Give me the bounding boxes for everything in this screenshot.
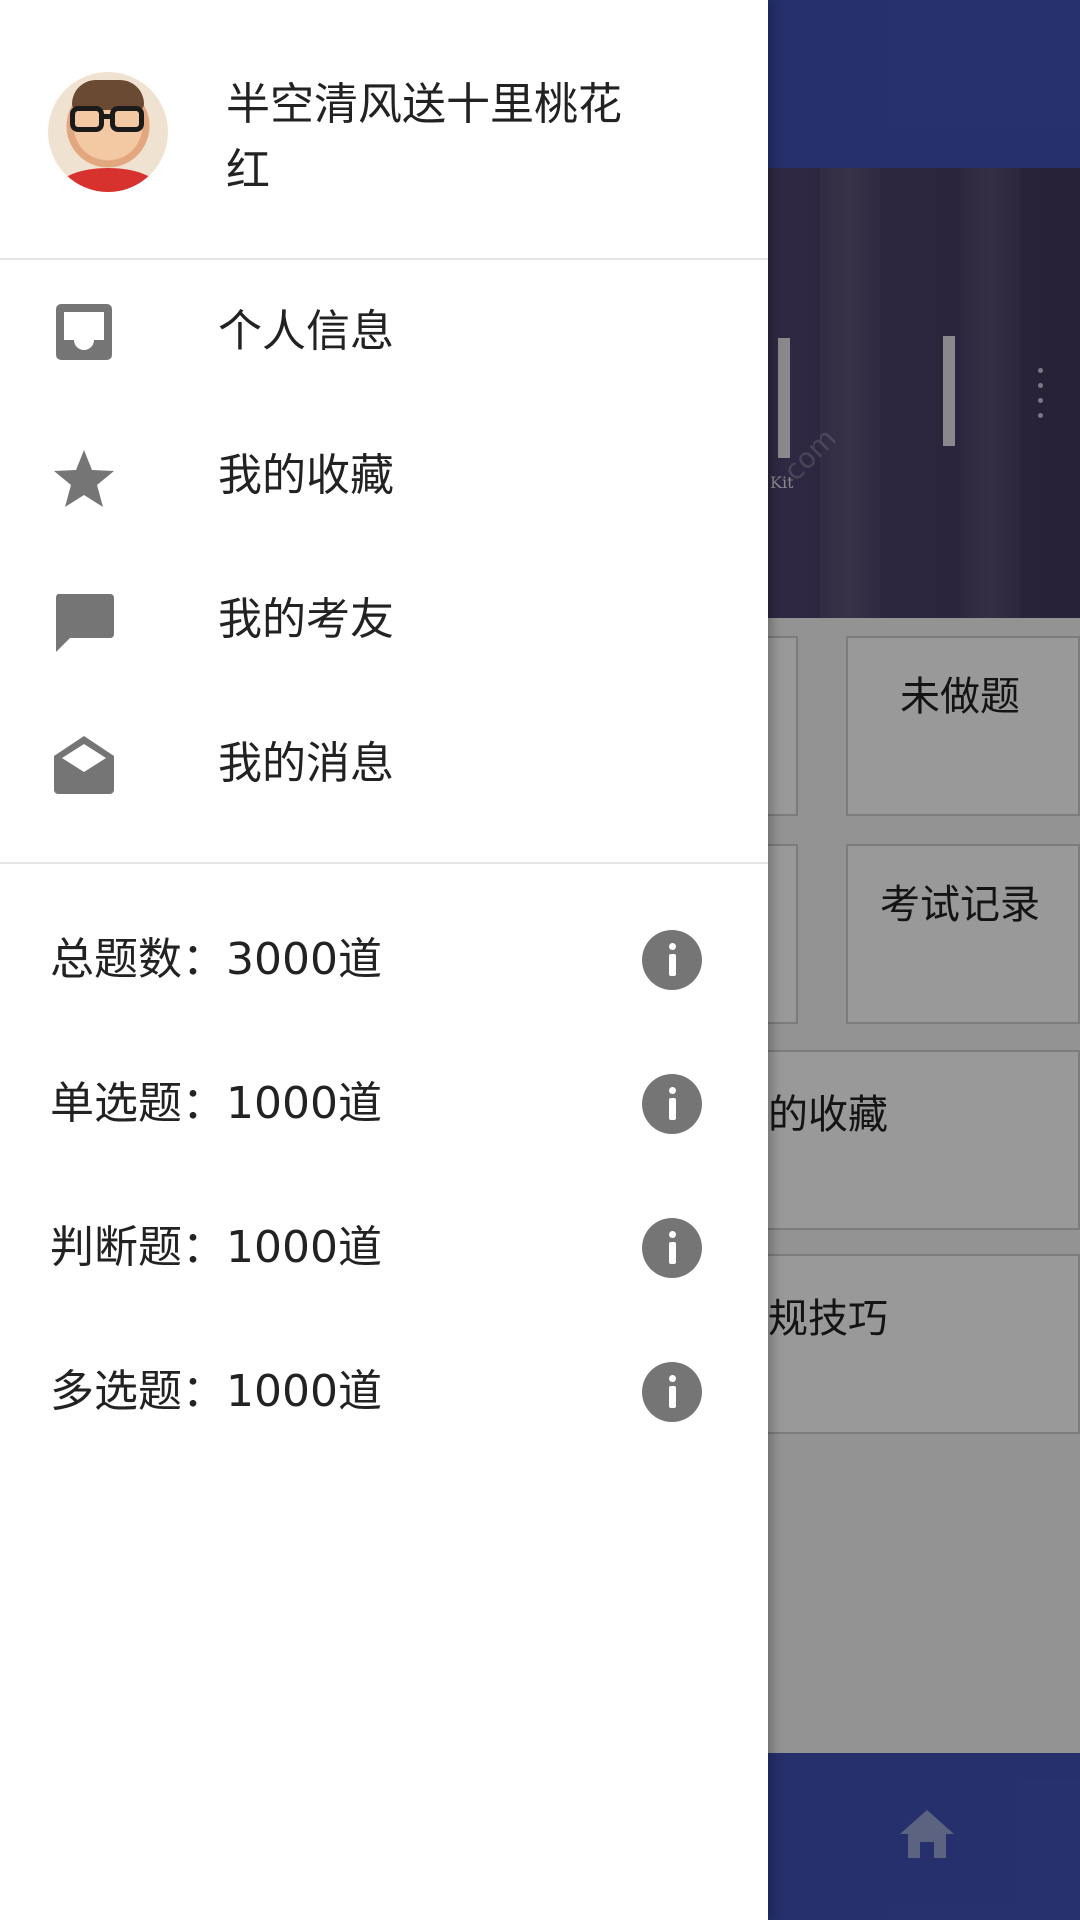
stat-text: 多选题：1000道 [50, 1366, 382, 1417]
chat-bubble-icon [56, 594, 114, 652]
info-icon[interactable] [642, 930, 702, 990]
menu-label: 个人信息 [218, 306, 394, 357]
stat-text: 判断题：1000道 [50, 1222, 382, 1273]
menu-item-favorites[interactable]: 我的收藏 [0, 404, 768, 548]
inbox-icon [56, 304, 112, 360]
menu-item-exam-friends[interactable]: 我的考友 [0, 548, 768, 692]
info-icon[interactable] [642, 1362, 702, 1422]
stat-single-choice: 单选题：1000道 [0, 1032, 768, 1176]
menu-label: 我的消息 [218, 738, 394, 789]
stat-true-false: 判断题：1000道 [0, 1176, 768, 1320]
info-icon[interactable] [642, 1218, 702, 1278]
stat-total: 总题数：3000道 [0, 888, 768, 1032]
menu-item-messages[interactable]: 我的消息 [0, 692, 768, 836]
stat-multiple-choice: 多选题：1000道 [0, 1320, 768, 1464]
star-icon [54, 450, 114, 507]
menu-item-personal-info[interactable]: 个人信息 [0, 260, 768, 404]
profile-name: 半空清风送十里桃花红 [226, 79, 622, 196]
menu-label: 我的考友 [218, 594, 394, 645]
stat-text: 总题数：3000道 [50, 934, 382, 985]
profile-header[interactable]: 半空清风送十里桃花红 [0, 0, 768, 260]
open-mail-icon [54, 736, 114, 794]
stat-text: 单选题：1000道 [50, 1078, 382, 1129]
avatar[interactable] [48, 72, 168, 192]
divider [0, 862, 768, 864]
navigation-drawer: 半空清风送十里桃花红 个人信息 我的收藏 我的考友 我的消息 总题数：3000道 [0, 0, 768, 1920]
menu-label: 我的收藏 [218, 450, 394, 501]
info-icon[interactable] [642, 1074, 702, 1134]
